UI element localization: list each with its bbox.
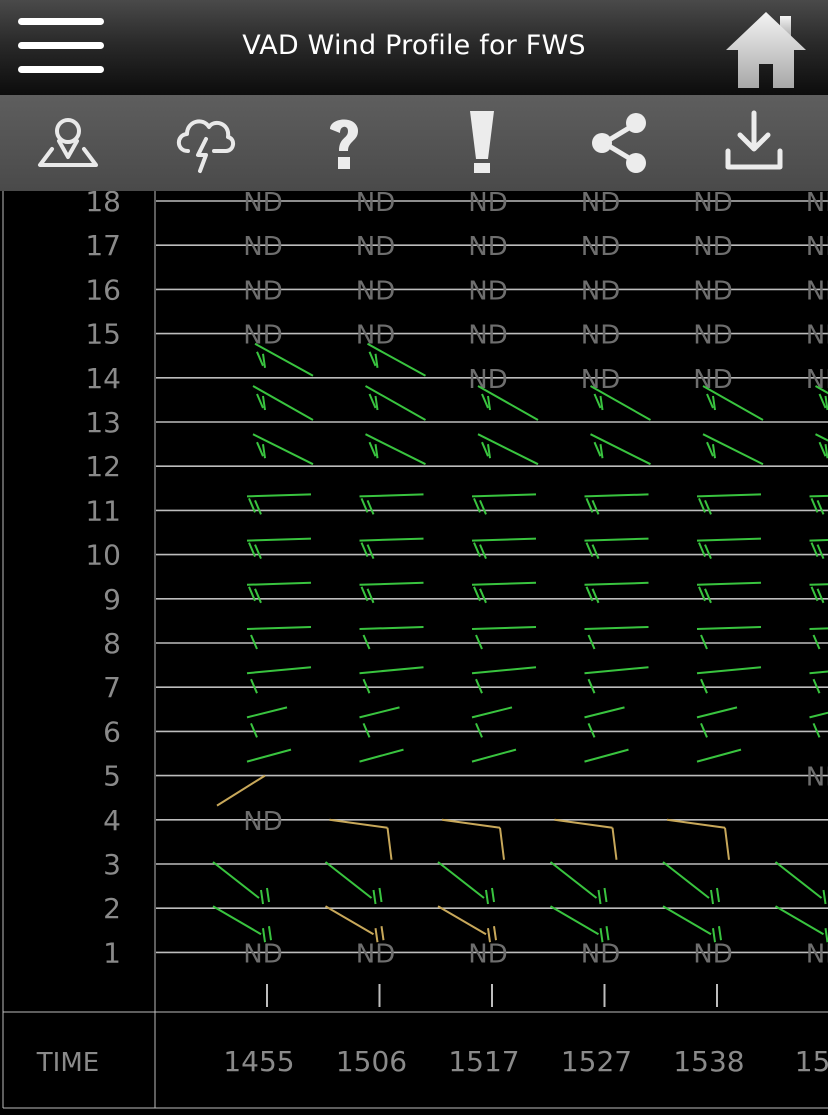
y-tick-label: 15 (85, 318, 121, 351)
no-data-label: ND (468, 939, 507, 969)
y-tick-label: 10 (85, 539, 121, 572)
share-icon[interactable] (586, 109, 654, 175)
no-data-label: ND (806, 191, 828, 218)
no-data-label: ND (468, 321, 507, 351)
x-tick-label: 1517 (448, 1045, 519, 1078)
no-data-label: ND (693, 939, 732, 969)
no-data-label: ND (806, 276, 828, 306)
y-tick-label: 18 (85, 191, 121, 218)
no-data-label: ND (356, 321, 395, 351)
y-tick-label: 4 (103, 804, 121, 837)
no-data-label: ND (693, 232, 732, 262)
wind-profile-chart[interactable]: 18 17 16 15 14 13 12 11 10 9 8 7 6 5 4 3 2 1 1455 1506 1517 1… (0, 191, 828, 1111)
no-data-label: ND (693, 321, 732, 351)
no-data-label: ND (243, 276, 282, 306)
y-tick-label: 13 (85, 406, 121, 439)
no-data-label: ND (468, 232, 507, 262)
no-data-label: ND (356, 276, 395, 306)
y-tick-label: 2 (103, 892, 121, 925)
no-data-label: ND (806, 232, 828, 262)
y-tick-label: 6 (103, 715, 121, 748)
y-tick-label: 17 (85, 229, 121, 262)
no-data-label: ND (581, 939, 620, 969)
app-header: VAD Wind Profile for FWS (0, 0, 828, 96)
y-tick-label: 7 (103, 671, 121, 704)
no-data-label: ND (243, 191, 282, 218)
y-tick-label: 11 (85, 494, 121, 527)
no-data-label: ND (468, 365, 507, 395)
y-tick-label: 5 (103, 760, 121, 793)
y-tick-label: 12 (85, 450, 121, 483)
toolbar (0, 95, 828, 191)
wind-profile-svg[interactable]: 18 17 16 15 14 13 12 11 10 9 8 7 6 5 4 3 2 1 1455 1506 1517 1… (0, 191, 828, 1111)
no-data-label: ND (356, 939, 395, 969)
no-data-label: ND (581, 365, 620, 395)
x-axis-label: TIME (36, 1048, 99, 1078)
no-data-label: ND (468, 191, 507, 218)
no-data-label: ND (581, 191, 620, 218)
no-data-label: ND (243, 321, 282, 351)
x-tick-label: 154 (795, 1045, 828, 1078)
no-data-label: ND (581, 321, 620, 351)
no-data-label: ND (581, 276, 620, 306)
y-tick-label: 1 (103, 936, 121, 969)
x-tick-label: 1538 (673, 1045, 744, 1078)
no-data-label: ND (581, 232, 620, 262)
x-tick-label: 1455 (223, 1045, 294, 1078)
help-icon[interactable] (310, 109, 378, 175)
no-data-label: ND (243, 807, 282, 837)
y-tick-label: 16 (85, 273, 121, 306)
no-data-label: ND (356, 232, 395, 262)
alert-icon[interactable] (448, 109, 516, 175)
x-tick-label: 1527 (561, 1045, 632, 1078)
map-pin-icon[interactable] (34, 109, 102, 175)
no-data-label: ND (806, 321, 828, 351)
download-icon[interactable] (720, 109, 788, 175)
y-tick-label: 3 (103, 848, 121, 881)
y-tick-label: 9 (103, 583, 121, 616)
y-tick-label: 8 (103, 627, 121, 660)
no-data-label: ND (693, 191, 732, 218)
y-tick-label: 14 (85, 362, 121, 395)
no-data-label: ND (806, 939, 828, 969)
no-data-label: ND (243, 939, 282, 969)
no-data-label: ND (693, 276, 732, 306)
no-data-label: ND (693, 365, 732, 395)
no-data-label: ND (806, 763, 828, 793)
x-tick-label: 1506 (336, 1045, 407, 1078)
home-icon[interactable] (724, 8, 808, 90)
no-data-label: ND (356, 191, 395, 218)
no-data-label: ND (243, 232, 282, 262)
thunderstorm-icon[interactable] (170, 109, 238, 175)
page-title: VAD Wind Profile for FWS (0, 30, 828, 61)
no-data-label: ND (468, 276, 507, 306)
